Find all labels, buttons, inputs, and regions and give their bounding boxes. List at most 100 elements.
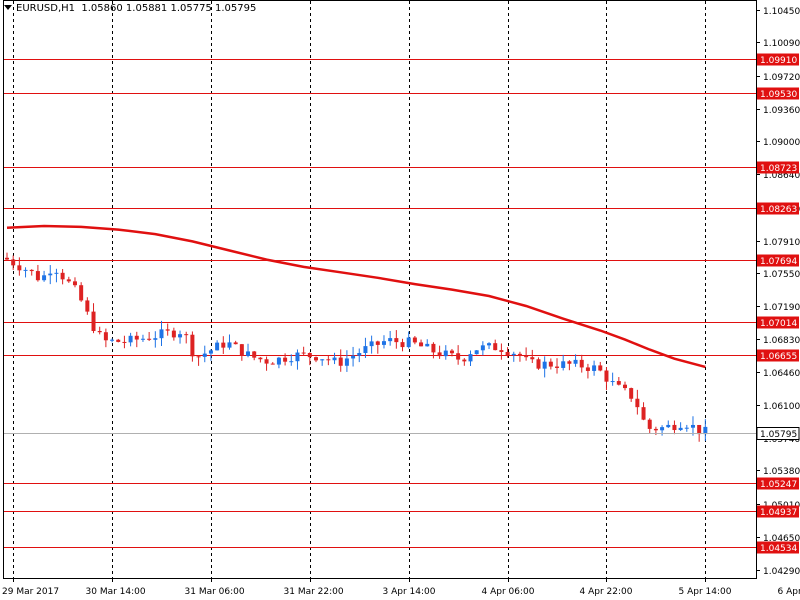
y-tick-label: 1.04290: [763, 567, 800, 577]
y-tick-label: 1.07190: [763, 303, 800, 313]
symbol-label: EURUSD,H1: [16, 3, 76, 14]
candle-body: [604, 370, 609, 382]
candle-body: [233, 342, 238, 345]
candle-body: [276, 357, 281, 365]
candle-body: [85, 300, 90, 312]
candle-body: [97, 330, 102, 333]
y-tick-label: 1.07550: [763, 270, 800, 280]
candle-body: [5, 257, 9, 260]
candle-body: [270, 363, 275, 365]
candle-body: [134, 335, 139, 340]
candle-body: [301, 352, 306, 354]
candle-body: [165, 329, 170, 331]
y-tick-label: 1.09000: [763, 138, 800, 148]
candle-body: [91, 311, 96, 331]
candle-body: [388, 338, 393, 342]
candle-body: [42, 275, 47, 281]
candle-body: [666, 424, 671, 428]
x-tick-label: 4 Apr 22:00: [580, 587, 633, 597]
level-label-text: 1.04937: [760, 508, 797, 518]
candle-body: [555, 366, 560, 368]
candle-body: [60, 272, 65, 280]
candle-body: [672, 424, 677, 431]
plot-frame: [3, 0, 757, 579]
candle-body: [147, 338, 152, 340]
candle-body: [289, 361, 294, 363]
candle-body: [480, 345, 485, 351]
candle-body: [511, 353, 516, 356]
candle-body: [406, 337, 411, 348]
candle-body: [431, 343, 436, 353]
candle-body: [369, 341, 374, 347]
x-tick-label: 31 Mar 06:00: [185, 587, 245, 597]
candle-body: [678, 427, 683, 431]
candle-body: [579, 359, 584, 368]
candle-body: [196, 356, 201, 358]
candle-body: [351, 355, 356, 359]
candle-body: [499, 350, 504, 352]
candle-body: [542, 361, 547, 369]
x-tick-label: 6 Apr 06:00: [778, 587, 800, 597]
candle-body: [190, 334, 195, 357]
y-tick-label: 1.09360: [763, 106, 800, 116]
candle-body: [178, 334, 183, 338]
candle-body: [394, 338, 399, 343]
candle-body: [208, 350, 213, 354]
candle-body: [493, 343, 498, 351]
price-chart[interactable]: 1.104501.100901.097201.093601.090001.086…: [0, 0, 800, 600]
candle-body: [23, 269, 28, 271]
candles: [5, 252, 708, 442]
moving-average-line: [6, 224, 706, 369]
candle-body: [592, 365, 597, 371]
level-label-text: 1.04534: [760, 544, 797, 554]
y-tick-label: 1.06100: [763, 402, 800, 412]
candle-body: [17, 265, 22, 271]
time-axis: 29 Mar 2017 30 Mar 14:00 31 Mar 06:00 31 Ma…: [2, 578, 800, 597]
candle-body: [326, 359, 331, 361]
candle-body: [474, 350, 479, 355]
high-value: 1.05881: [125, 3, 168, 14]
candle-body: [641, 407, 646, 420]
y-tick-label: 1.06830: [763, 336, 800, 346]
candle-body: [468, 354, 473, 362]
candle-body: [221, 342, 226, 348]
y-tick-label: 1.09720: [763, 73, 800, 83]
candle-body: [35, 271, 40, 281]
candle-body: [443, 350, 448, 357]
candle-body: [11, 259, 16, 266]
candle-body: [530, 357, 535, 360]
candle-body: [153, 338, 158, 340]
candle-body: [110, 339, 115, 341]
candle-body: [598, 365, 603, 371]
chart-window[interactable]: 1.10450 1.10090 1.09720 1.09360 1.09000 1.086…: [0, 0, 800, 600]
candle-body: [690, 424, 695, 428]
candle-body: [246, 351, 251, 356]
candle-body: [48, 273, 53, 276]
candle-body: [567, 361, 572, 364]
candle-body: [307, 353, 312, 358]
candle-body: [548, 361, 553, 367]
chevron-down-icon[interactable]: [4, 5, 12, 10]
candle-body: [381, 341, 386, 345]
y-tick-label: 1.06460: [763, 369, 800, 379]
candle-body: [184, 334, 189, 336]
candle-body: [283, 357, 288, 362]
x-tick-label: 29 Mar 2017: [2, 587, 59, 597]
current-price-text: 1.05795: [760, 430, 797, 440]
candle-body: [616, 381, 621, 385]
candle-body: [425, 343, 430, 347]
candle-body: [363, 346, 368, 354]
candle-body: [159, 329, 164, 339]
low-value: 1.05775: [170, 3, 212, 14]
y-tick-label: 1.10450: [763, 7, 800, 17]
candle-body: [536, 359, 541, 369]
candle-body: [332, 357, 337, 361]
close-value: 1.05795: [215, 3, 257, 14]
candle-body: [252, 351, 257, 358]
level-label-text: 1.06655: [760, 352, 797, 362]
candle-body: [314, 357, 318, 361]
level-label-text: 1.09910: [760, 56, 797, 66]
y-tick-label: 1.10090: [763, 39, 800, 49]
x-tick-label: 5 Apr 14:00: [679, 587, 732, 597]
candle-body: [400, 342, 405, 348]
